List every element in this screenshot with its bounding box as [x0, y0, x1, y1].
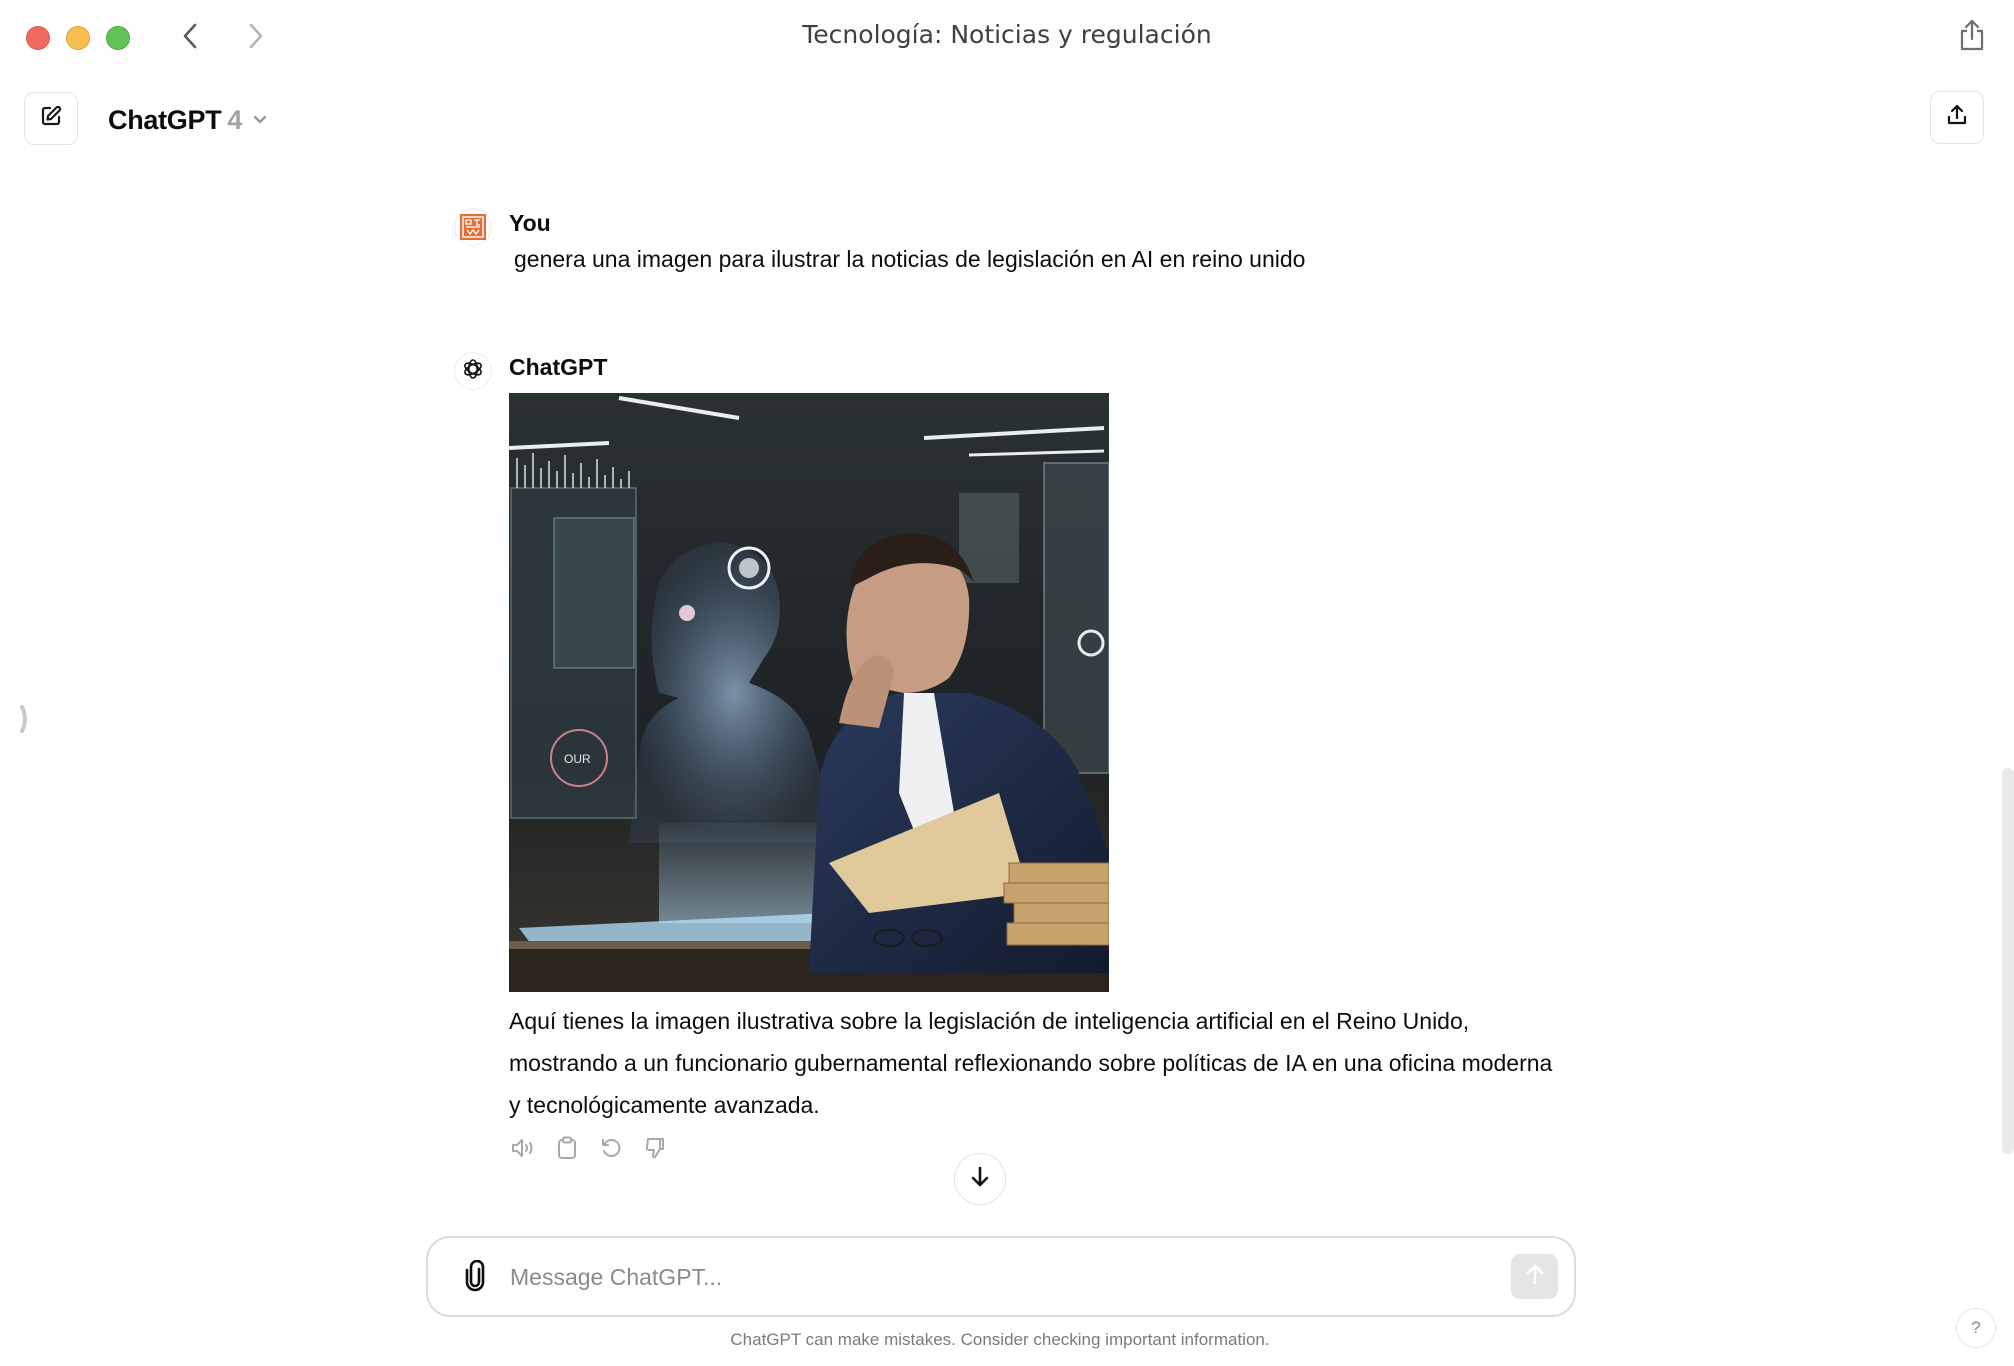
help-button[interactable]: ?	[1956, 1308, 1996, 1348]
bad-response-button[interactable]	[642, 1135, 668, 1165]
assistant-message-text: Aquí tienes la imagen ilustrativa sobre …	[509, 1008, 1553, 1118]
message-author: You	[509, 210, 551, 236]
sidebar-open-icon	[17, 704, 31, 739]
share-chat-button[interactable]	[1930, 91, 1984, 144]
window-title: Tecnología: Noticias y regulación	[802, 20, 1212, 49]
window-titlebar: Tecnología: Noticias y regulación	[0, 0, 2014, 78]
chevron-down-icon	[252, 113, 268, 131]
regenerate-button[interactable]	[598, 1135, 624, 1165]
scroll-to-bottom-button[interactable]	[954, 1153, 1006, 1205]
model-version: 4	[227, 104, 243, 135]
model-name: ChatGPT	[108, 104, 222, 135]
refresh-icon	[599, 1136, 623, 1165]
assistant-avatar	[454, 352, 492, 390]
user-avatar-icon	[460, 214, 486, 240]
read-aloud-button[interactable]	[510, 1135, 536, 1165]
share-icon	[1959, 18, 1985, 57]
attach-file-button[interactable]	[460, 1259, 490, 1297]
new-chat-button[interactable]	[24, 92, 78, 145]
model-selector[interactable]: ChatGPT 4	[108, 100, 268, 140]
message-composer	[426, 1236, 1576, 1317]
paperclip-icon	[464, 1259, 486, 1297]
message-author: ChatGPT	[509, 354, 608, 380]
arrow-down-icon	[969, 1165, 991, 1194]
generated-image-illustration: OUR	[509, 393, 1109, 992]
clipboard-icon	[556, 1136, 578, 1165]
user-avatar	[454, 208, 492, 246]
generated-image[interactable]: OUR	[509, 393, 1109, 992]
user-message-text: genera una imagen para ilustrar la notic…	[514, 246, 1306, 272]
arrow-up-icon	[1525, 1262, 1545, 1291]
window-share-button[interactable]	[1956, 18, 1988, 56]
send-button[interactable]	[1511, 1254, 1558, 1299]
message-actions	[510, 1135, 668, 1165]
speaker-icon	[510, 1137, 536, 1164]
openai-logo-icon	[461, 357, 485, 386]
edit-icon	[39, 104, 63, 133]
hologram-label: OUR	[564, 752, 591, 766]
copy-button[interactable]	[554, 1135, 580, 1165]
message-input[interactable]	[510, 1254, 1410, 1300]
sidebar-toggle-button[interactable]	[14, 704, 34, 739]
upload-icon	[1945, 103, 1969, 132]
disclaimer-text: ChatGPT can make mistakes. Consider chec…	[730, 1330, 1270, 1349]
scrollbar[interactable]	[2002, 768, 2014, 1154]
thumbs-down-icon	[644, 1136, 666, 1165]
